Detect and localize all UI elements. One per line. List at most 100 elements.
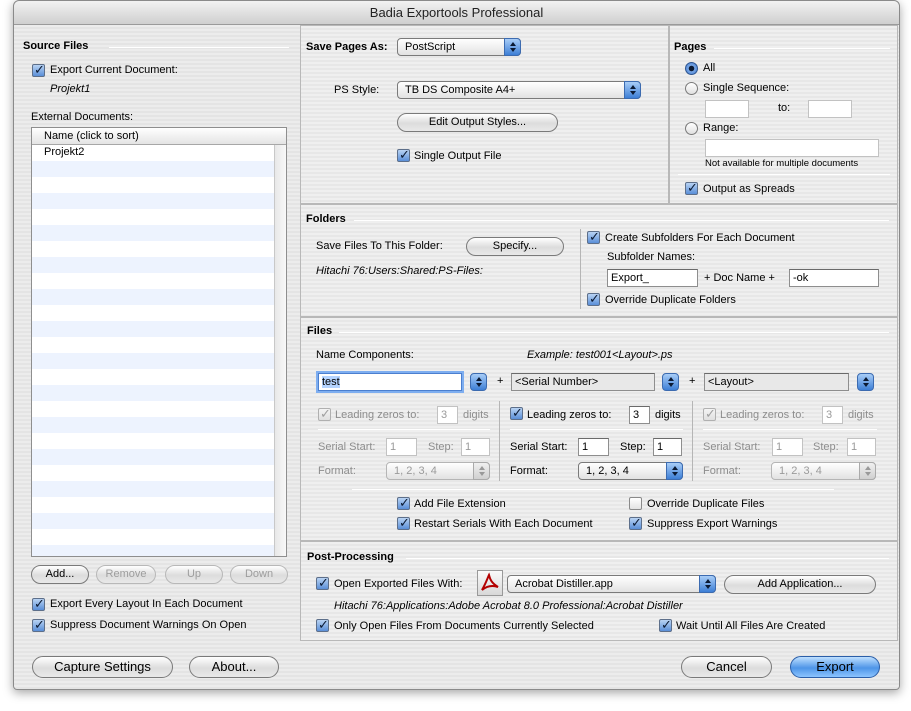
wait-until-created-checkbox[interactable] [659, 617, 672, 633]
output-spreads-checkbox[interactable] [685, 180, 698, 196]
save-format-popup[interactable]: PostScript [397, 38, 521, 56]
single-sequence-label: Single Sequence: [703, 82, 790, 94]
name-component-2-field[interactable]: <Serial Number> [511, 373, 655, 391]
single-sequence-radio[interactable] [685, 82, 698, 95]
application-path: Hitachi 76:Applications:Adobe Acrobat 8.… [334, 600, 683, 612]
single-output-checkbox[interactable] [397, 147, 410, 163]
pages-note: Not available for multiple documents [705, 158, 859, 169]
only-open-selected-checkbox[interactable] [316, 617, 329, 633]
range-field[interactable] [705, 139, 879, 157]
leading-zeros-1-checkbox[interactable] [318, 406, 331, 422]
suppress-export-warnings-checkbox[interactable] [629, 515, 642, 531]
files-col-divider [318, 429, 490, 430]
add-application-button[interactable]: Add Application... [724, 575, 876, 594]
leading-zeros-1-label: Leading zeros to: [335, 409, 420, 421]
override-files-label: Override Duplicate Files [647, 498, 765, 510]
open-exported-checkbox[interactable] [316, 575, 329, 591]
specify-button[interactable]: Specify... [466, 237, 564, 256]
wait-until-created-label: Wait Until All Files Are Created [676, 620, 826, 632]
add-button[interactable]: Add... [31, 565, 89, 584]
folders-header: Folders [306, 213, 346, 225]
subfolder-suffix-field[interactable]: -ok [789, 269, 879, 287]
ps-style-label: PS Style: [334, 84, 380, 96]
ps-style-value: TB DS Composite A4+ [405, 84, 516, 96]
external-documents-list[interactable]: Name (click to sort) Projekt2 [31, 127, 287, 557]
leading-zeros-2-label: Leading zeros to: [527, 409, 612, 421]
serial-start-3-field[interactable]: 1 [772, 438, 803, 456]
name-component-1-field[interactable]: test [318, 373, 462, 391]
step-3-field[interactable]: 1 [847, 438, 876, 456]
sequence-to-label: to: [778, 102, 791, 114]
name-component-3-field[interactable]: <Layout> [704, 373, 849, 391]
export-button[interactable]: Export [790, 656, 880, 678]
step-2-field[interactable]: 1 [653, 438, 682, 456]
export-every-layout-checkbox[interactable] [32, 596, 45, 612]
format-3-label: Format: [703, 465, 741, 477]
component-1-menu[interactable] [470, 373, 487, 391]
create-subfolders-checkbox[interactable] [587, 229, 600, 245]
serial-start-2-label: Serial Start: [510, 441, 568, 453]
override-files-checkbox[interactable] [629, 497, 642, 510]
down-button[interactable]: Down [230, 565, 288, 584]
popup-arrows-icon [666, 462, 683, 480]
leading-zeros-2-field[interactable]: 3 [629, 406, 650, 424]
leading-zeros-3-field[interactable]: 3 [822, 406, 843, 424]
pages-divider-2 [678, 174, 890, 175]
digits-3-label: digits [848, 409, 874, 421]
format-1-value: 1, 2, 3, 4 [394, 465, 437, 477]
leading-zeros-1-field[interactable]: 3 [437, 406, 458, 424]
range-label: Range: [703, 122, 739, 134]
override-folders-checkbox[interactable] [587, 291, 600, 307]
name-components-label: Name Components: [316, 349, 414, 361]
pages-all-radio[interactable] [685, 62, 698, 75]
add-extension-label: Add File Extension [414, 498, 506, 510]
save-format-value: PostScript [405, 41, 456, 53]
step-1-field[interactable]: 1 [461, 438, 490, 456]
serial-start-1-field[interactable]: 1 [386, 438, 417, 456]
sequence-to-field[interactable] [808, 100, 852, 118]
component-3-menu[interactable] [857, 373, 874, 391]
override-folders-label: Override Duplicate Folders [605, 294, 736, 306]
list-scrollbar[interactable] [274, 145, 286, 556]
list-item[interactable]: Projekt2 [44, 146, 84, 158]
source-files-header: Source Files [23, 40, 89, 52]
suppress-doc-warnings-checkbox[interactable] [32, 617, 45, 633]
format-2-label: Format: [510, 465, 548, 477]
list-header-name[interactable]: Name (click to sort) [32, 128, 286, 145]
ps-style-popup[interactable]: TB DS Composite A4+ [397, 81, 641, 99]
leading-zeros-3-checkbox[interactable] [703, 406, 716, 422]
serial-start-3-label: Serial Start: [703, 441, 761, 453]
pages-divider [714, 48, 890, 49]
capture-settings-button[interactable]: Capture Settings [32, 656, 173, 678]
export-current-checkbox[interactable] [32, 62, 45, 78]
remove-button[interactable]: Remove [96, 565, 156, 584]
cancel-button[interactable]: Cancel [681, 656, 772, 678]
export-every-layout-label: Export Every Layout In Each Document [50, 598, 243, 610]
application-popup[interactable]: Acrobat Distiller.app [507, 575, 716, 593]
range-radio[interactable] [685, 122, 698, 135]
component-2-menu[interactable] [662, 373, 679, 391]
format-3-popup[interactable]: 1, 2, 3, 4 [771, 462, 876, 480]
files-divider [339, 332, 889, 333]
files-col-divider [703, 429, 877, 430]
format-1-popup[interactable]: 1, 2, 3, 4 [386, 462, 490, 480]
sequence-from-field[interactable] [705, 100, 749, 118]
leading-zeros-2-checkbox[interactable] [510, 405, 523, 421]
step-1-label: Step: [428, 441, 454, 453]
serial-start-2-field[interactable]: 1 [578, 438, 609, 456]
edit-output-styles-button[interactable]: Edit Output Styles... [397, 113, 558, 132]
restart-serials-checkbox[interactable] [397, 515, 410, 531]
add-extension-checkbox[interactable] [397, 495, 410, 511]
acrobat-icon [477, 570, 503, 596]
current-document-name: Projekt1 [50, 83, 91, 95]
name-component-1-text: test [322, 376, 340, 388]
about-button[interactable]: About... [189, 656, 279, 678]
subfolder-prefix-field[interactable]: Export_ [607, 269, 698, 287]
up-button[interactable]: Up [165, 565, 223, 584]
pages-header: Pages [674, 41, 707, 53]
digits-2-label: digits [655, 409, 681, 421]
format-2-popup[interactable]: 1, 2, 3, 4 [578, 462, 683, 480]
files-column-separator [499, 401, 500, 481]
leading-zeros-3-label: Leading zeros to: [720, 409, 805, 421]
popup-arrows-icon [624, 81, 641, 99]
